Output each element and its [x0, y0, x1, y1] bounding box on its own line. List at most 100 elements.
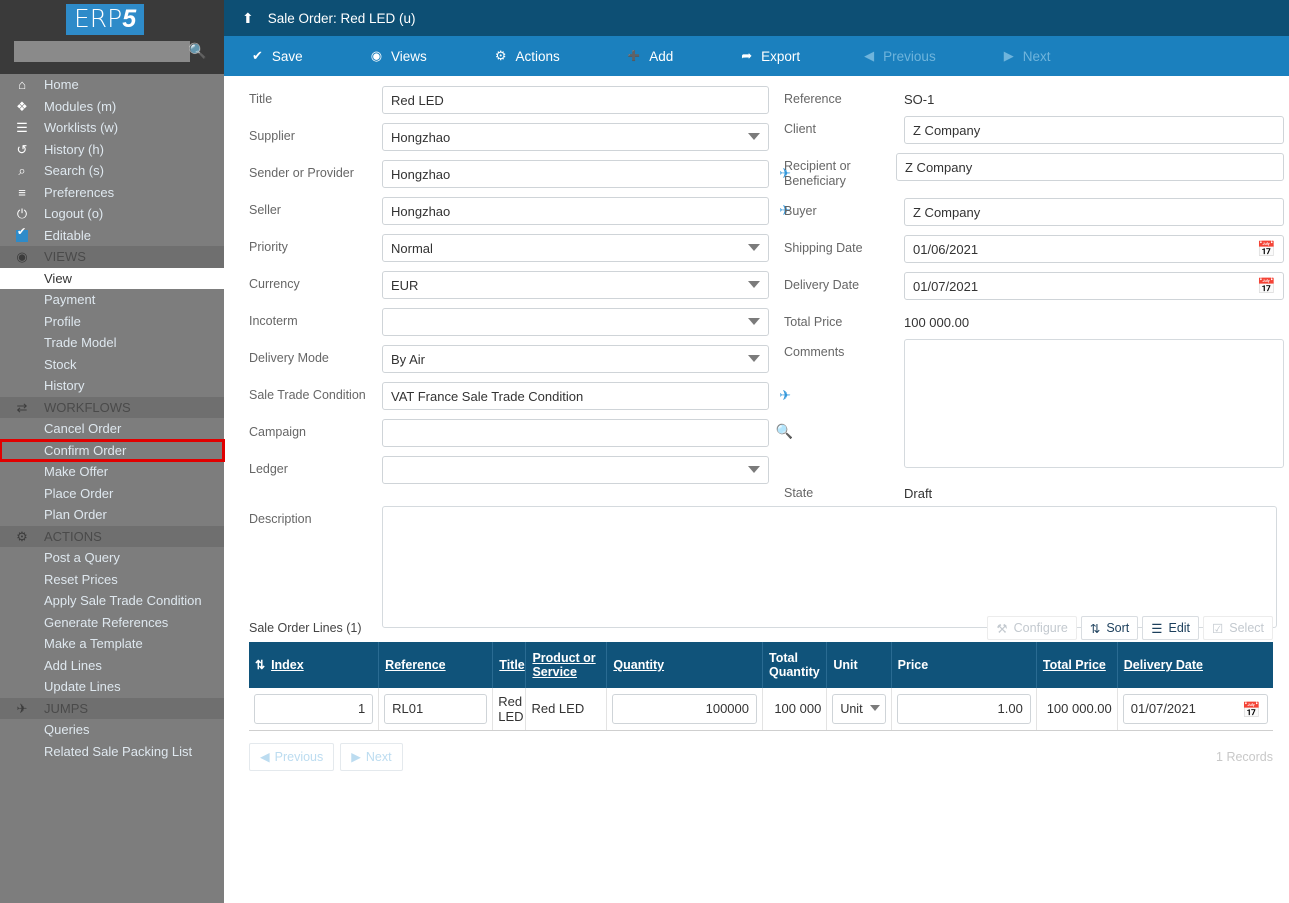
column-header-label: Total Quantity [769, 651, 820, 679]
column-header-label[interactable]: Reference [385, 658, 445, 672]
index-input[interactable] [254, 693, 374, 724]
listbox-previous-button[interactable]: ◀ Previous [249, 742, 335, 771]
column-header-label[interactable]: Delivery Date [1124, 658, 1203, 672]
delivery-mode-select[interactable]: By Air [382, 345, 769, 373]
field-delivery-mode-label: Delivery Mode [249, 351, 329, 365]
currency-select[interactable]: EUR [382, 271, 769, 299]
listbox-previous-label: Previous [274, 749, 324, 764]
plane-icon: ✈ [16, 700, 28, 716]
quantity-input[interactable] [612, 693, 757, 724]
sidebar-item-cancel-order[interactable]: Cancel Order [0, 418, 224, 440]
comments-textarea[interactable] [904, 339, 1284, 468]
sidebar-item-label: ACTIONS [44, 528, 102, 544]
column-header-label[interactable]: Product or Service [532, 651, 595, 679]
search-input[interactable] [14, 41, 190, 62]
delivery-date-input[interactable] [1122, 693, 1268, 724]
list-icon: ☰ [1151, 621, 1163, 636]
sidebar-item-place-order[interactable]: Place Order [0, 483, 224, 505]
sidebar-item-queries[interactable]: Queries [0, 719, 224, 741]
sidebar-item-post-a-query[interactable]: Post a Query [0, 547, 224, 569]
sidebar-item-stock[interactable]: Stock [0, 354, 224, 376]
sidebar-item-make-offer[interactable]: Make Offer [0, 461, 224, 483]
sort-icon: ⇅ [1089, 621, 1101, 636]
sidebar-item-profile[interactable]: Profile [0, 311, 224, 333]
sidebar-item-history[interactable]: History [0, 375, 224, 397]
total-quantity-cell: 100 000 [762, 688, 828, 731]
seller-input[interactable] [382, 197, 769, 225]
sidebar-item-views: ◉ VIEWS [0, 246, 224, 268]
erp5-logo[interactable]: ERP5 [66, 4, 145, 35]
supplier-select[interactable]: Hongzhao [382, 123, 769, 151]
quantity-cell [606, 688, 763, 731]
price-input[interactable] [896, 693, 1031, 724]
sale-trade-condition-input[interactable] [382, 382, 769, 410]
column-header-title[interactable]: Title [492, 642, 527, 688]
sidebar-item-view[interactable]: View [0, 267, 224, 289]
sidebar-item-payment[interactable]: Payment [0, 289, 224, 311]
sidebar-item-update-lines[interactable]: Update Lines [0, 676, 224, 698]
sidebar-item-confirm-order[interactable]: Confirm Order [0, 438, 225, 462]
field-buyer-label: Buyer [784, 204, 817, 218]
column-header-label[interactable]: Title [499, 658, 524, 672]
field-title-label: Title [249, 92, 273, 106]
search-icon[interactable]: 🔍 [188, 42, 207, 60]
sidebar-item-apply-sale-trade-condition[interactable]: Apply Sale Trade Condition [0, 590, 224, 612]
toolbar-views-button[interactable]: ◉ Views [361, 48, 437, 64]
sidebar-item-history-h[interactable]: ↺ History (h) [0, 139, 224, 161]
listbox-edit-button[interactable]: ☰ Edit [1142, 616, 1200, 640]
sidebar-item-home[interactable]: ⌂ Home [0, 74, 224, 96]
priority-select[interactable]: Normal [382, 234, 769, 262]
title-input[interactable] [382, 86, 769, 114]
delivery-date-input[interactable] [904, 272, 1284, 300]
sidebar-item-label: Editable [44, 227, 91, 243]
checkbox-checked-icon[interactable] [16, 226, 28, 243]
toolbar-actions-button[interactable]: ⚙ Actions [485, 48, 570, 64]
column-header-total-price[interactable]: Total Price [1036, 642, 1118, 688]
listbox-next-button[interactable]: ▶ Next [340, 742, 403, 771]
unit-select[interactable]: Unit/P [832, 693, 886, 724]
sidebar-item-editable[interactable]: Editable [0, 225, 224, 247]
listbox-sort-button[interactable]: ⇅ Sort [1080, 616, 1139, 640]
column-header-price: Price [891, 642, 1037, 688]
column-header-label[interactable]: Index [271, 658, 304, 672]
unit-cell: Unit/P [826, 688, 892, 731]
sender-input[interactable] [382, 160, 769, 188]
reference-input[interactable] [384, 693, 488, 724]
ledger-select[interactable] [382, 456, 769, 484]
sidebar-item-logout-o[interactable]: ⏻ Logout (o) [0, 203, 224, 225]
shipping-date-input[interactable] [904, 235, 1284, 263]
column-header-label[interactable]: Quantity [613, 658, 664, 672]
column-header-reference[interactable]: Reference [378, 642, 494, 688]
column-header-label[interactable]: Total Price [1043, 658, 1106, 672]
sidebar-item-modules-m[interactable]: ❖ Modules (m) [0, 96, 224, 118]
campaign-input[interactable] [382, 419, 769, 447]
field-supplier-label: Supplier [249, 129, 295, 143]
arrow-up-icon[interactable]: ⬆ [242, 10, 254, 27]
table-body: Red LED Red LED 100 000 Unit/P 100 000.00 📅 [249, 688, 1273, 731]
sidebar-item-worklists-w[interactable]: ☰ Worklists (w) [0, 117, 224, 139]
sidebar-item-workflows: ⇄ WORKFLOWS [0, 396, 224, 418]
description-textarea[interactable] [382, 506, 1277, 628]
sidebar-item-add-lines[interactable]: Add Lines [0, 655, 224, 677]
incoterm-select[interactable] [382, 308, 769, 336]
buyer-input[interactable] [904, 198, 1284, 226]
column-header-product-or-service[interactable]: Product or Service [525, 642, 608, 688]
recipient-input[interactable] [896, 153, 1284, 181]
column-header-quantity[interactable]: Quantity [606, 642, 763, 688]
sidebar-item-trade-model[interactable]: Trade Model [0, 332, 224, 354]
sidebar-item-related-sale-packing-list[interactable]: Related Sale Packing List [0, 741, 224, 763]
sidebar-item-generate-references[interactable]: Generate References [0, 612, 224, 634]
sidebar-item-preferences[interactable]: ≡ Preferences [0, 182, 224, 204]
toolbar-add-button[interactable]: ➕ Add [618, 49, 683, 64]
toolbar-save-button[interactable]: ✔ Save [242, 48, 313, 64]
column-header-delivery-date[interactable]: Delivery Date [1117, 642, 1273, 688]
column-header-index[interactable]: ⇅ Index [249, 642, 380, 688]
toolbar-export-button[interactable]: ➦ Export [731, 48, 810, 64]
sidebar-item-make-a-template[interactable]: Make a Template [0, 633, 224, 655]
sidebar-item-plan-order[interactable]: Plan Order [0, 504, 224, 526]
listbox-button-label: Edit [1168, 621, 1191, 635]
toolbar-button-label: Save [271, 48, 303, 64]
sidebar-item-search-s[interactable]: ⌕ Search (s) [0, 160, 224, 182]
sidebar-item-reset-prices[interactable]: Reset Prices [0, 569, 224, 591]
client-input[interactable] [904, 116, 1284, 144]
